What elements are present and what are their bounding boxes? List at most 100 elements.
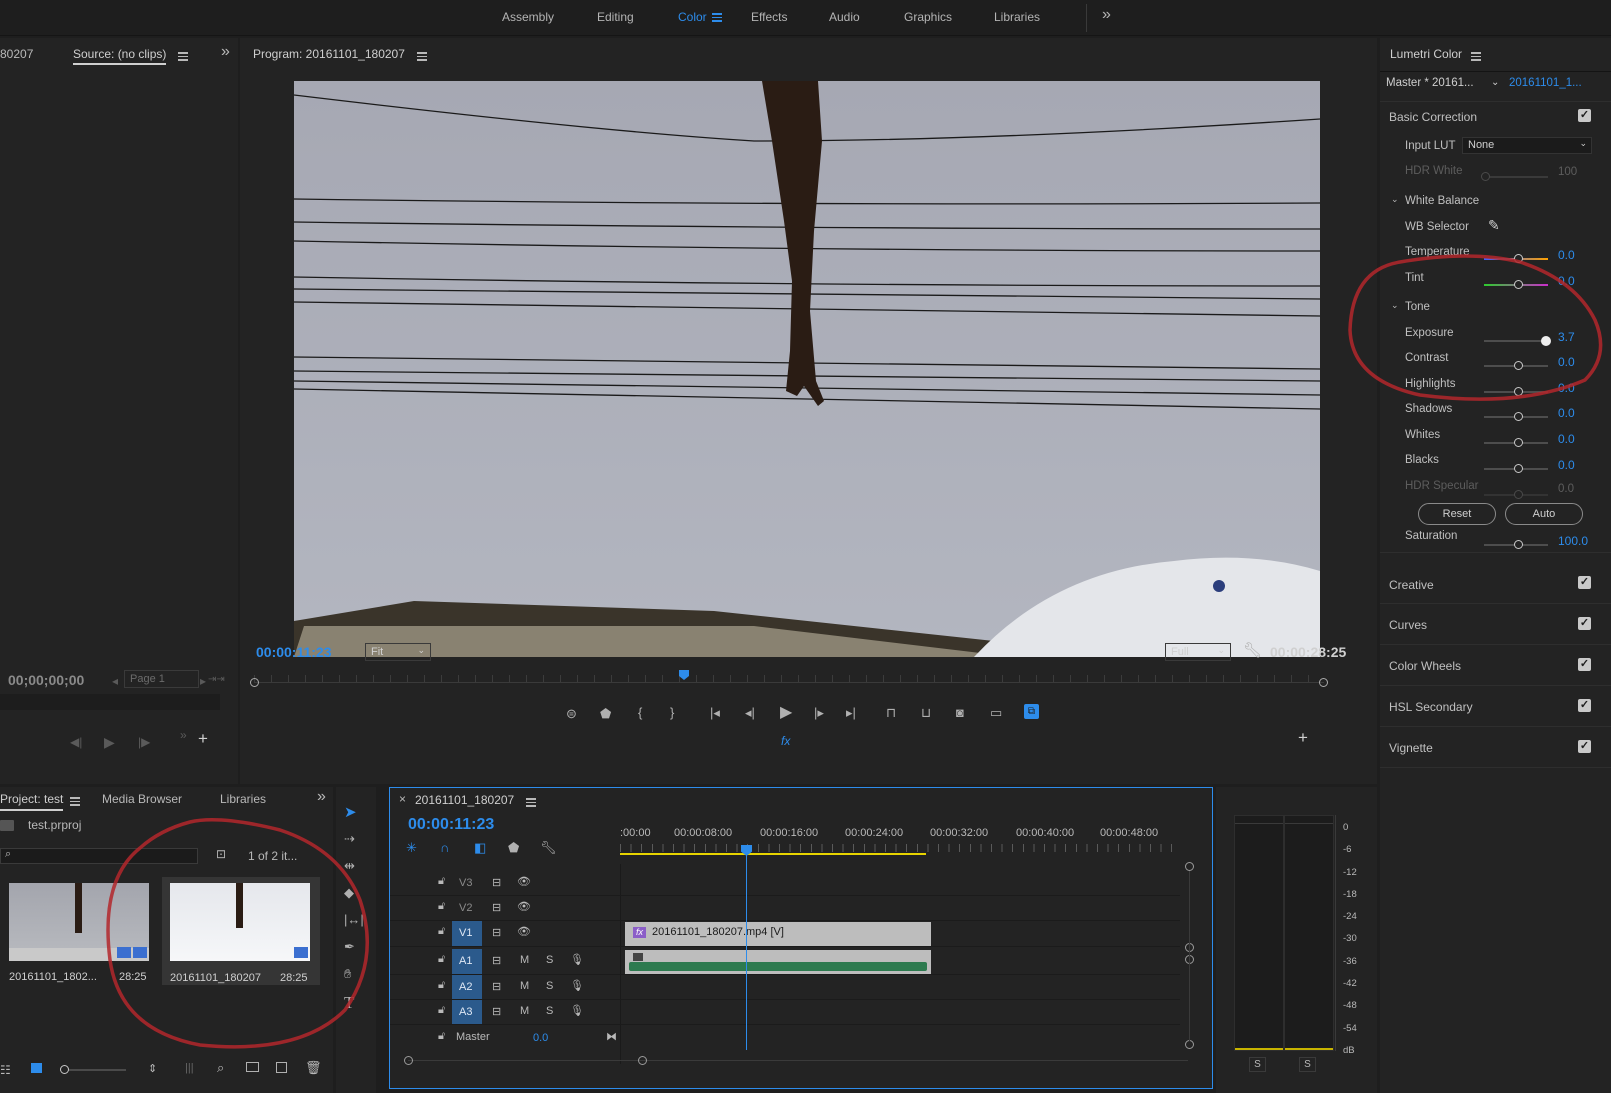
eye-icon[interactable]: 👁︎ xyxy=(517,925,531,938)
lock-icon[interactable]: 🔓︎ xyxy=(438,1004,445,1017)
input-lut-select[interactable]: None ⌄ xyxy=(1462,137,1592,154)
automate-to-sequence-icon[interactable]: ||| xyxy=(185,1062,194,1074)
project-tab[interactable]: Project: test xyxy=(0,792,64,811)
project-item-selected[interactable]: 20161101_180207 28:25 xyxy=(162,877,320,985)
hsl-secondary-checkbox[interactable]: ✓ xyxy=(1578,699,1591,712)
eye-icon[interactable]: 👁︎ xyxy=(517,900,531,913)
sync-lock-icon[interactable]: ⊟ xyxy=(492,980,501,993)
mute-button[interactable]: M xyxy=(520,954,529,966)
timeline-settings-wrench-icon[interactable]: 🔧︎ xyxy=(540,840,557,856)
basic-correction-checkbox[interactable]: ✓ xyxy=(1578,109,1591,122)
horizontal-scrollbar[interactable] xyxy=(404,1056,1194,1065)
program-menu-icon[interactable] xyxy=(417,50,427,63)
timeline-playhead[interactable] xyxy=(746,845,747,1050)
meter-solo-left-button[interactable]: S xyxy=(1249,1057,1266,1072)
solo-button[interactable]: S xyxy=(546,954,553,966)
hsl-secondary-header[interactable]: HSL Secondary xyxy=(1389,700,1473,714)
workspace-tab-audio[interactable]: Audio xyxy=(829,10,860,24)
timeline-ruler[interactable]: :00:00 00:00:08:00 00:00:16:00 00:00:24:… xyxy=(620,818,1180,858)
project-menu-icon[interactable] xyxy=(70,795,80,808)
source-scrubber[interactable] xyxy=(0,694,220,710)
eye-icon[interactable]: 👁︎ xyxy=(517,875,531,888)
lumetri-clip-select[interactable]: 20161101_1... xyxy=(1509,77,1582,89)
workspace-tab-assembly[interactable]: Assembly xyxy=(502,10,554,24)
blacks-value[interactable]: 0.0 xyxy=(1558,458,1575,472)
meter-solo-right-button[interactable]: S xyxy=(1299,1057,1316,1072)
track-label-a3[interactable]: A3 xyxy=(452,1000,482,1024)
button-editor-icon[interactable]: ⊜ xyxy=(566,706,577,722)
multicam-icon[interactable]: ⧉ xyxy=(1024,704,1039,719)
sort-icon[interactable]: ⇕ xyxy=(148,1062,157,1075)
project-libraries-tab[interactable]: Libraries xyxy=(220,792,266,806)
saturation-value[interactable]: 100.0 xyxy=(1558,534,1588,548)
white-balance-header[interactable]: White Balance xyxy=(1405,195,1479,207)
exposure-value[interactable]: 3.7 xyxy=(1558,330,1575,344)
source-add-button-icon[interactable]: + xyxy=(198,729,208,749)
source-tab[interactable]: Source: (no clips) xyxy=(73,47,167,65)
contrast-slider[interactable] xyxy=(1484,361,1548,370)
white-balance-chevron-icon[interactable]: ⌄ xyxy=(1391,194,1399,205)
project-overflow-icon[interactable]: » xyxy=(317,788,326,806)
go-to-in-out-icon[interactable]: ⧓ xyxy=(606,1030,617,1043)
icon-view-icon[interactable] xyxy=(31,1063,42,1073)
workspace-tab-effects[interactable]: Effects xyxy=(751,10,787,24)
track-label-v1[interactable]: V1 xyxy=(452,921,482,946)
trash-icon[interactable]: 🗑︎ xyxy=(305,1060,322,1076)
snap-magnet-icon[interactable]: ∩ xyxy=(440,840,449,855)
pen-tool-icon[interactable]: ✒ xyxy=(344,939,355,955)
vignette-checkbox[interactable]: ✓ xyxy=(1578,740,1591,753)
scrubber-start-handle[interactable] xyxy=(250,678,259,687)
source-prev-tab[interactable]: 80207 xyxy=(0,47,33,61)
step-back-icon[interactable]: ◂| xyxy=(745,705,755,721)
new-bin-icon[interactable] xyxy=(246,1062,259,1072)
nest-snap-icon[interactable]: ✳ xyxy=(406,840,417,856)
blacks-slider[interactable] xyxy=(1484,464,1548,473)
timeline-timecode[interactable]: 00:00:11:23 xyxy=(408,816,494,834)
lumetri-master-select[interactable]: Master * 20161... ⌄ xyxy=(1386,77,1499,95)
tint-slider[interactable] xyxy=(1484,280,1548,289)
basic-correction-header[interactable]: Basic Correction xyxy=(1389,110,1477,124)
tone-chevron-icon[interactable]: ⌄ xyxy=(1391,300,1399,311)
source-tools-icon[interactable]: ⇥⇥ xyxy=(208,674,225,685)
shadows-value[interactable]: 0.0 xyxy=(1558,406,1575,420)
workspace-tab-editing[interactable]: Editing xyxy=(597,10,634,24)
hand-tool-icon[interactable]: ✋︎ xyxy=(344,966,351,982)
highlights-slider[interactable] xyxy=(1484,387,1548,396)
add-marker-icon[interactable]: ⬟ xyxy=(600,706,611,722)
program-video-frame[interactable] xyxy=(294,81,1320,657)
master-value[interactable]: 0.0 xyxy=(533,1032,548,1044)
creative-header[interactable]: Creative xyxy=(1389,578,1434,592)
scrubber-end-handle[interactable] xyxy=(1319,678,1328,687)
add-marker-icon[interactable]: ⬟ xyxy=(508,840,519,856)
source-timecode[interactable]: 00;00;00;00 xyxy=(8,672,84,688)
timeline-title[interactable]: 20161101_180207 xyxy=(415,793,514,807)
sync-lock-icon[interactable]: ⊟ xyxy=(492,926,501,939)
mute-button[interactable]: M xyxy=(520,980,529,992)
solo-button[interactable]: S xyxy=(546,1005,553,1017)
whites-value[interactable]: 0.0 xyxy=(1558,432,1575,446)
razor-tool-icon[interactable]: ◆ xyxy=(344,885,354,901)
play-icon[interactable]: ▶ xyxy=(780,702,792,722)
color-wheels-header[interactable]: Color Wheels xyxy=(1389,659,1461,673)
track-label-v2[interactable]: V2 xyxy=(459,902,472,914)
project-item[interactable]: 20161101_1802... 28:25 xyxy=(4,883,154,983)
source-step-back-icon[interactable]: ◀| xyxy=(70,735,82,749)
program-add-button-icon[interactable]: + xyxy=(1298,728,1308,748)
go-to-out-icon[interactable]: ▸| xyxy=(846,705,856,721)
mark-in-icon[interactable]: { xyxy=(638,705,642,720)
lock-icon[interactable]: 🔓︎ xyxy=(438,1030,445,1043)
workspace-tab-graphics[interactable]: Graphics xyxy=(904,10,952,24)
lock-icon[interactable]: 🔓︎ xyxy=(438,979,445,992)
vignette-header[interactable]: Vignette xyxy=(1389,741,1433,755)
find-icon[interactable]: ⌕ xyxy=(217,1060,224,1076)
source-next-page-icon[interactable]: ▸ xyxy=(200,674,206,688)
source-play-icon[interactable]: ▶ xyxy=(104,734,115,751)
step-forward-icon[interactable]: |▸ xyxy=(814,705,824,721)
mute-button[interactable]: M xyxy=(520,1005,529,1017)
extract-icon[interactable]: ⊔ xyxy=(921,705,931,721)
sync-lock-icon[interactable]: ⊟ xyxy=(492,901,501,914)
creative-checkbox[interactable]: ✓ xyxy=(1578,576,1591,589)
lock-icon[interactable]: 🔓︎ xyxy=(438,925,445,938)
source-page-select[interactable]: Page 1 xyxy=(124,670,199,688)
solo-button[interactable]: S xyxy=(546,980,553,992)
